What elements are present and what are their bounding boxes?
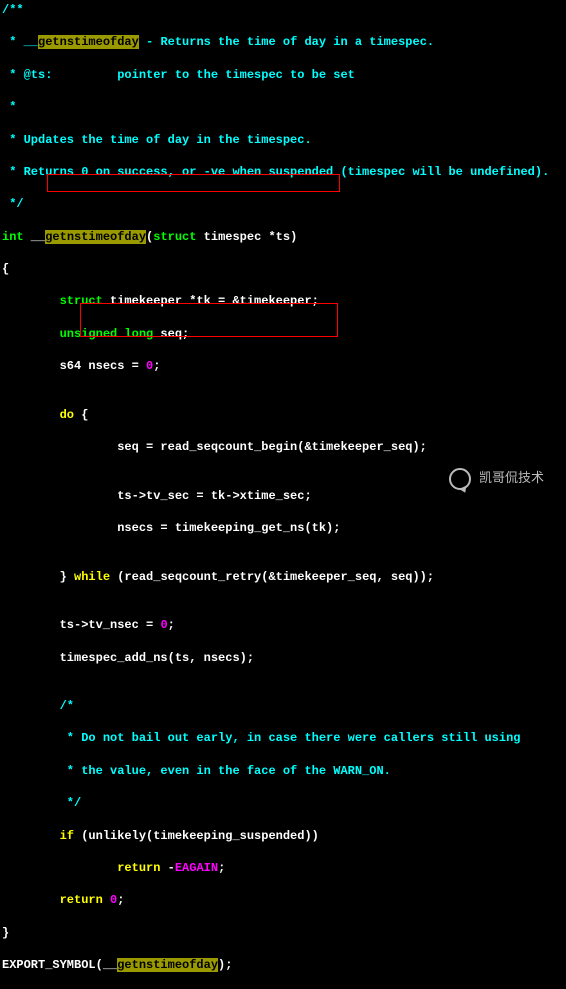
watermark-text: 凯哥侃技术 [479,470,544,488]
code-line: ts->tv_nsec = 0; [2,617,564,633]
decl-line: s64 nsecs = 0; [2,358,564,374]
text: ); [218,958,232,972]
comment-line: * Do not bail out early, in case there w… [2,730,564,746]
indent [2,327,60,341]
indent [2,829,60,843]
while-line: } while (read_seqcount_retry(&timekeeper… [2,569,564,585]
text: ; [153,359,160,373]
keyword-unsigned: unsigned long [60,327,154,341]
decl-line: struct timekeeper *tk = &timekeeper; [2,293,564,309]
brace: { [2,261,564,277]
number-zero: 0 [160,618,167,632]
keyword-return: return [117,861,160,875]
indent [2,893,60,907]
comment-line: * Updates the time of day in the timespe… [2,132,564,148]
text: * __ [2,35,38,49]
do-open: do { [2,407,564,423]
fn-signature: int __getnstimeofday(struct timespec *ts… [2,229,564,245]
const-eagain: EAGAIN [175,861,218,875]
keyword-int: int [2,230,24,244]
chat-bubble-icon [449,468,471,490]
if-line: if (unlikely(timekeeping_suspended)) [2,828,564,844]
code-line: ts->tv_sec = tk->xtime_sec; [2,488,564,504]
code-line: seq = read_seqcount_begin(&timekeeper_se… [2,439,564,455]
highlight-fn-name: getnstimeofday [117,958,218,972]
text: ts->tv_nsec = [2,618,160,632]
keyword-while: while [74,570,110,584]
watermark: 凯哥侃技术 [449,468,544,490]
code-block: /** * __getnstimeofday - Returns the tim… [2,2,564,989]
code-line: timespec_add_ns(ts, nsecs); [2,650,564,666]
keyword-struct: struct [60,294,103,308]
comment-line: * the value, even in the face of the WAR… [2,763,564,779]
export-line: EXPORT_SYMBOL(__getnstimeofday); [2,957,564,973]
text: __ [24,230,46,244]
text: EXPORT_SYMBOL(__ [2,958,117,972]
keyword-if: if [60,829,74,843]
comment-line: */ [2,795,564,811]
text: - Returns the time of day in a timespec. [139,35,434,49]
return-line: return -EAGAIN; [2,860,564,876]
brace: } [2,925,564,941]
text: (read_seqcount_retry(&timekeeper_seq, se… [110,570,434,584]
keyword-struct: struct [153,230,196,244]
text: s64 nsecs = [2,359,146,373]
text: timekeeper *tk = &timekeeper; [103,294,319,308]
keyword-do: do [60,408,74,422]
indent [2,861,117,875]
text: ; [117,893,124,907]
return-line: return 0; [2,892,564,908]
comment-line: * __getnstimeofday - Returns the time of… [2,34,564,50]
highlight-fn-name: getnstimeofday [38,35,139,49]
indent [2,408,60,422]
text: (unlikely(timekeeping_suspended)) [74,829,319,843]
code-line: nsecs = timekeeping_get_ns(tk); [2,520,564,536]
text: ; [168,618,175,632]
text: seq; [153,327,189,341]
text [103,893,110,907]
text: ; [218,861,225,875]
comment-line: /* [2,698,564,714]
number-zero: 0 [110,893,117,907]
decl-line: unsigned long seq; [2,326,564,342]
comment-line: * @ts: pointer to the timespec to be set [2,67,564,83]
comment-line: /** [2,2,564,18]
keyword-return: return [60,893,103,907]
comment-line: * Returns 0 on success, or -ve when susp… [2,164,564,180]
comment-line: * [2,99,564,115]
highlight-fn-name: getnstimeofday [45,230,146,244]
text: timespec *ts) [196,230,297,244]
text: - [160,861,174,875]
comment-line: */ [2,196,564,212]
text: { [74,408,88,422]
indent [2,294,60,308]
text: } [2,570,74,584]
